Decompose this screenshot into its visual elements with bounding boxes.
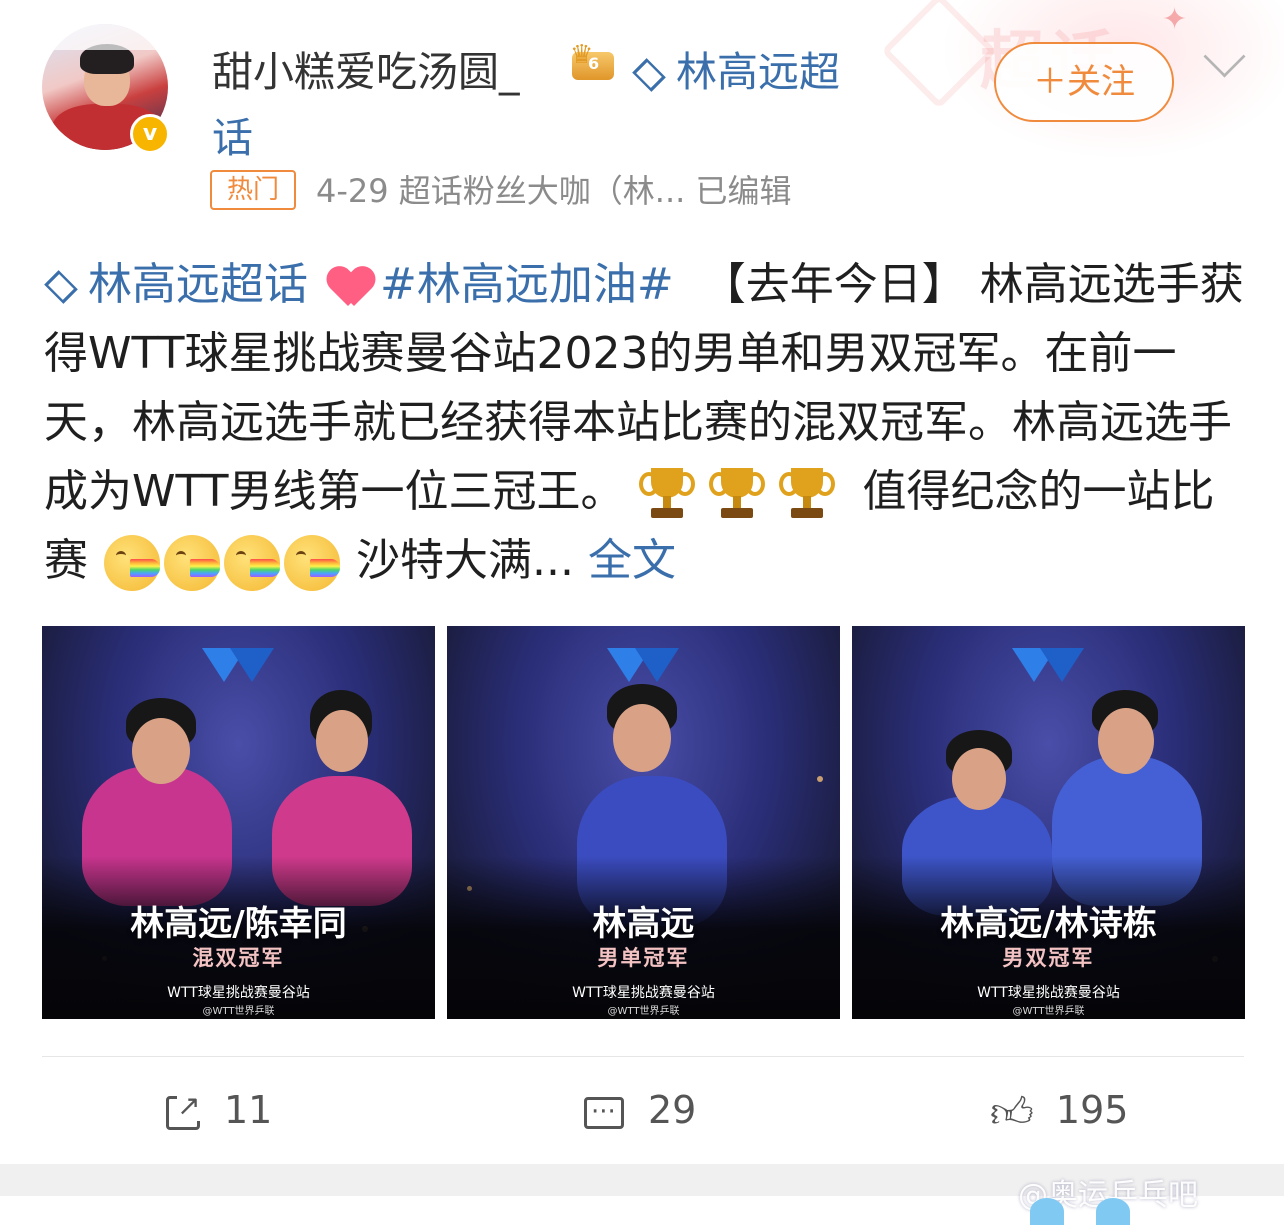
verified-badge-icon: v (130, 114, 170, 154)
follow-button[interactable]: ＋关注 (994, 42, 1174, 122)
super-topic-link-text: 林高远超 (676, 48, 840, 96)
share-icon (166, 1090, 201, 1130)
username[interactable]: 甜小糕爱吃汤圆_ (212, 38, 520, 98)
fan-level-number: 6 (588, 54, 600, 73)
star-icon: ✦ (1162, 2, 1188, 37)
diamond-icon (44, 270, 78, 304)
image-title: 林高远 (592, 904, 695, 944)
image-subtitle: 男双冠军 (1002, 946, 1095, 970)
comment-button[interactable]: 29 (584, 1084, 697, 1138)
rainbow-emoji-icon (224, 535, 280, 591)
hot-badge: 热门 (210, 170, 296, 210)
image-title: 林高远/陈幸同 (130, 904, 347, 944)
rainbow-emoji-icon (284, 535, 340, 591)
action-bar-divider (42, 1056, 1244, 1057)
comment-icon (584, 1086, 624, 1138)
image-source: @WTT世界乒联 (607, 1006, 680, 1017)
like-button[interactable]: 👍︎ 195 (990, 1084, 1129, 1137)
trophy-icon (638, 466, 695, 522)
post-body: 林高远超话 #林高远加油# 【去年今日】 林高远选手获得WTT球星挑战赛曼谷站2… (44, 250, 1244, 595)
hashtag-link[interactable]: #林高远加油# (380, 259, 674, 310)
image-subtitle: 男单冠军 (597, 946, 690, 970)
diamond-icon (632, 58, 666, 92)
watermark-sticker-icon (1030, 1198, 1150, 1225)
post-text-truncated: 沙特大满... (356, 535, 574, 586)
rainbow-emoji-icon (104, 535, 160, 591)
trophy-icon (778, 466, 835, 522)
like-count: 195 (1055, 1088, 1129, 1132)
heart-icon (328, 264, 374, 310)
image-event: WTT球星挑战赛曼谷站 (167, 985, 310, 1001)
post-image-mens-singles[interactable]: 林高远 男单冠军 WTT球星挑战赛曼谷站 @WTT世界乒联 (447, 626, 840, 1019)
share-count: 11 (224, 1088, 273, 1132)
fan-level-crown-icon: ♛ 6 (566, 40, 620, 84)
share-button[interactable]: 11 (166, 1084, 272, 1136)
super-topic-tag[interactable]: 林高远超话 (44, 259, 308, 310)
rainbow-emoji-icon (164, 535, 220, 591)
wtt-logo-icon (202, 648, 274, 684)
image-event: WTT球星挑战赛曼谷站 (977, 985, 1120, 1001)
super-topic-link-continued[interactable]: 话 (212, 104, 253, 164)
super-topic-link[interactable]: 林高远超 (632, 38, 840, 98)
trophy-icon (708, 466, 765, 522)
post-image-mens-doubles[interactable]: 林高远/林诗栋 男双冠军 WTT球星挑战赛曼谷站 @WTT世界乒联 (852, 626, 1245, 1019)
read-full-link[interactable]: 全文 (588, 535, 676, 586)
image-source: @WTT世界乒联 (1012, 1006, 1085, 1017)
image-event: WTT球星挑战赛曼谷站 (572, 985, 715, 1001)
image-subtitle: 混双冠军 (192, 946, 285, 970)
super-topic-tag-text: 林高远超话 (88, 259, 308, 310)
thumbs-up-icon: 👍︎ (990, 1087, 1034, 1137)
image-title: 林高远/林诗栋 (940, 904, 1157, 944)
wtt-logo-icon (1012, 648, 1084, 684)
wtt-logo-icon (607, 648, 679, 684)
post-image-mixed-doubles[interactable]: 林高远/陈幸同 混双冠军 WTT球星挑战赛曼谷站 @WTT世界乒联 (42, 626, 435, 1019)
image-source: @WTT世界乒联 (202, 1006, 275, 1017)
comment-count: 29 (648, 1088, 697, 1132)
post-meta: 4-29 超话粉丝大咖（林... 已编辑 (316, 172, 792, 210)
